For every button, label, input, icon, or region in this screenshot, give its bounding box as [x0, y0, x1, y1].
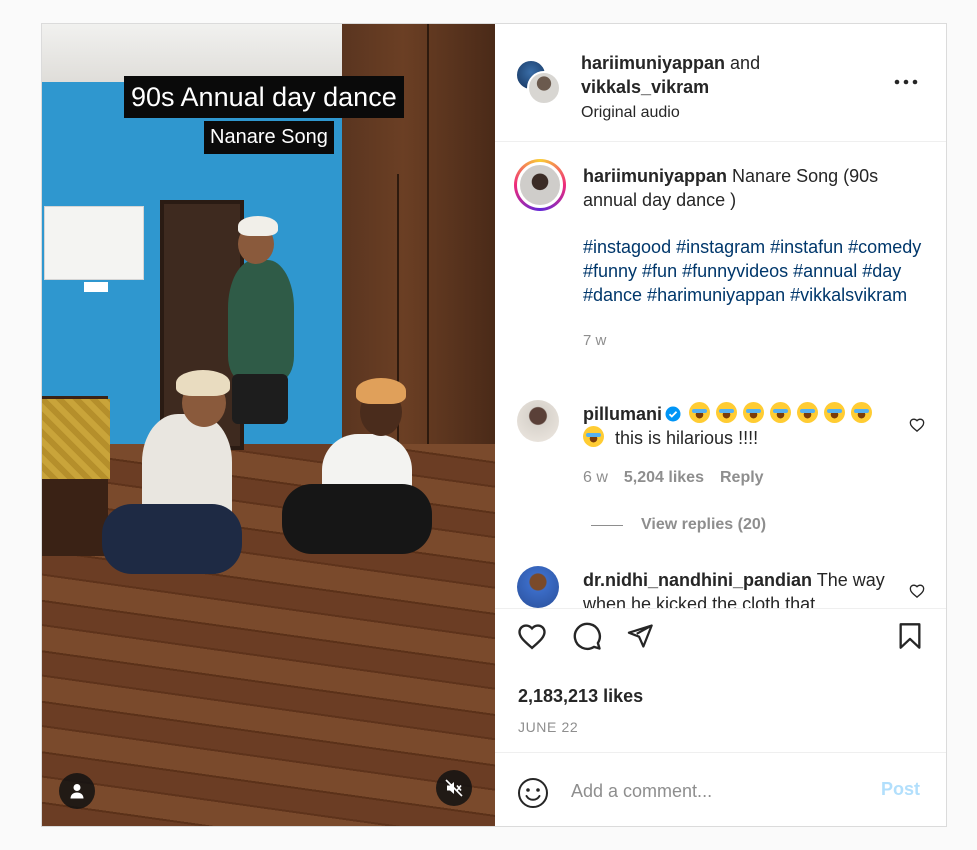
send-icon	[627, 624, 653, 648]
laughing-emoji-icon	[583, 426, 604, 447]
smile-icon	[518, 778, 548, 808]
scene-note	[84, 282, 108, 292]
add-comment-bar: Post	[495, 752, 946, 826]
comment-like-button[interactable]	[907, 414, 927, 434]
dancer-left-shorts	[102, 504, 242, 574]
comment-icon	[573, 622, 601, 650]
dancer-left-cap	[176, 370, 230, 396]
comment-text: this is hilarious !!!!	[615, 428, 759, 448]
video-caption-title: 90s Annual day dance	[124, 76, 404, 118]
save-button[interactable]	[893, 619, 927, 653]
comment-like-button[interactable]	[907, 580, 927, 600]
user-icon	[70, 784, 84, 799]
post-caption: hariimuniyappan Nanare Song (90s annual …	[583, 164, 923, 353]
comment-age: 6 w	[583, 469, 608, 486]
comment: pillumani this is hilarious !!!!	[583, 402, 893, 450]
reel-video[interactable]: 90s Annual day dance Nanare Song	[42, 24, 495, 826]
post-actions	[495, 609, 946, 669]
laughing-emoji-icon	[716, 402, 738, 423]
mute-button[interactable]	[436, 770, 472, 806]
likes-count[interactable]: 2,183,213 likes	[518, 686, 643, 707]
laughing-emoji-icon	[824, 402, 846, 423]
comment-button[interactable]	[570, 619, 604, 653]
tagged-user-button[interactable]	[59, 773, 95, 809]
dancer-standing-cap	[238, 216, 278, 236]
comment-likes[interactable]: 5,204 likes	[624, 469, 704, 487]
comment-username[interactable]: dr.nidhi_nandhini_pandian	[583, 570, 812, 590]
video-caption-subtitle: Nanare Song	[204, 121, 334, 154]
comments-section[interactable]: hariimuniyappan Nanare Song (90s annual …	[495, 142, 946, 609]
avatar[interactable]	[517, 400, 559, 442]
comment-input[interactable]	[571, 775, 861, 807]
comment-username[interactable]: pillumani	[583, 404, 662, 424]
dancer-standing	[228, 260, 294, 380]
muted-speaker-icon	[445, 779, 463, 797]
post-details-panel: hariimuniyappan and vikkals_vikram Origi…	[495, 24, 946, 826]
laughing-emoji-icon	[851, 402, 873, 423]
more-options-button[interactable]	[890, 70, 922, 94]
post-comment-button[interactable]: Post	[881, 779, 920, 800]
collaborator-username[interactable]: vikkals_vikram	[581, 77, 709, 97]
caption-hashtags[interactable]: #instagood #instagram #instafun #comedy …	[583, 235, 923, 307]
laughing-emoji-icon	[797, 402, 819, 423]
audio-link[interactable]: Original audio	[581, 102, 881, 124]
collab-avatars[interactable]	[515, 59, 563, 107]
bookmark-icon	[899, 623, 921, 649]
heart-icon	[909, 417, 925, 432]
reply-button[interactable]: Reply	[720, 469, 764, 487]
share-button[interactable]	[623, 619, 657, 653]
caption-age: 7 w	[583, 332, 607, 349]
caption-username[interactable]: hariimuniyappan	[583, 166, 727, 186]
like-button[interactable]	[515, 619, 549, 653]
comment: dr.nidhi_nandhini_pandian The way when h…	[583, 568, 893, 608]
dancer-standing-shorts	[232, 374, 288, 424]
laughing-emoji-icon	[743, 402, 765, 423]
scene-whiteboard	[44, 206, 144, 280]
post-authors: hariimuniyappan and vikkals_vikram Origi…	[581, 51, 881, 124]
verified-badge-icon	[665, 406, 681, 422]
avatar[interactable]	[517, 566, 559, 608]
laughing-emoji-icon	[689, 402, 711, 423]
view-replies-button[interactable]: View replies (20)	[591, 516, 766, 534]
avatar[interactable]	[527, 71, 561, 105]
dancer-right-cap	[356, 378, 406, 404]
heart-icon	[909, 583, 925, 598]
emoji-picker-button[interactable]	[517, 777, 549, 809]
more-horizontal-icon	[894, 79, 918, 85]
avatar[interactable]	[514, 159, 566, 211]
post-date: JUNE 22	[518, 719, 579, 735]
comment-meta: 6 w 5,204 likes Reply	[583, 469, 764, 487]
heart-icon	[518, 624, 546, 650]
and-text: and	[730, 53, 761, 73]
post-header: hariimuniyappan and vikkals_vikram Origi…	[495, 24, 946, 142]
laughing-emoji-icon	[770, 402, 792, 423]
author-username[interactable]: hariimuniyappan	[581, 53, 725, 73]
scene-bedspread	[42, 399, 110, 479]
post-card: 90s Annual day dance Nanare Song hariimu…	[41, 23, 947, 827]
dancer-right-shorts	[282, 484, 432, 554]
